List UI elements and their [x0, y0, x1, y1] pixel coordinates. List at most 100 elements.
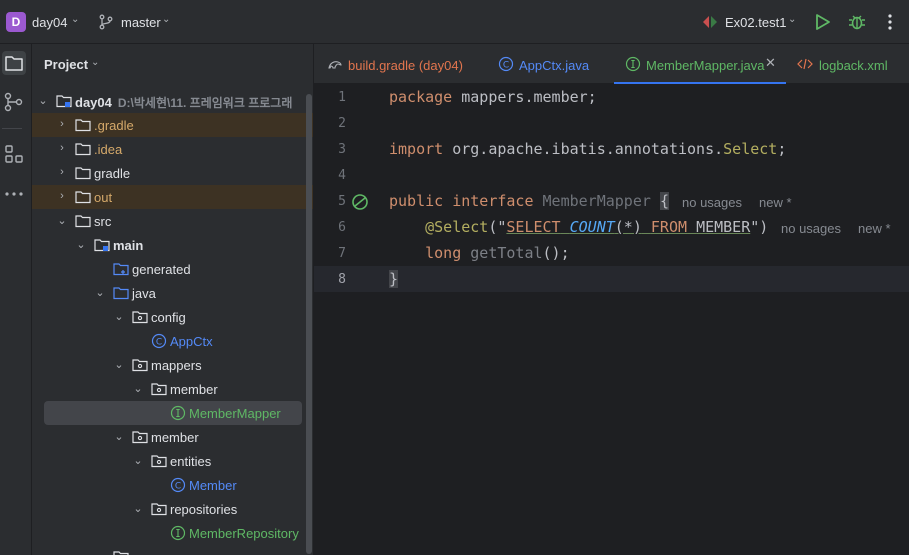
line-number: 4: [338, 168, 346, 183]
scrollbar[interactable]: [306, 94, 312, 554]
chevron-down-icon[interactable]: ⌄: [94, 550, 106, 555]
chevron-down-icon[interactable]: ⌄: [94, 286, 106, 299]
chevron-down-icon[interactable]: ⌄: [113, 430, 125, 443]
chevron-down-icon[interactable]: ⌄: [71, 14, 79, 25]
package-icon: [132, 311, 148, 324]
chevron-down-icon[interactable]: ⌄: [132, 382, 144, 395]
code-line-8: }: [389, 270, 399, 288]
class-icon: C: [151, 333, 167, 349]
project-badge[interactable]: D: [6, 12, 26, 32]
current-line-highlight: [314, 266, 909, 292]
folder-icon: [113, 551, 129, 555]
close-icon[interactable]: ✕: [765, 55, 776, 71]
tree-item-membermapper[interactable]: MemberMapper: [44, 401, 302, 425]
code-editor[interactable]: 1 2 3 4 5 6 7 8 package mappers.member; …: [314, 84, 909, 555]
tree-item-config[interactable]: ⌄ config: [32, 305, 313, 329]
chevron-right-icon[interactable]: ›: [56, 118, 68, 130]
usages-hint[interactable]: no usages: [682, 195, 742, 210]
tab-membermapper[interactable]: MemberMapper.java ✕: [614, 44, 786, 84]
chevron-down-icon[interactable]: ⌄: [37, 94, 49, 107]
run-configuration[interactable]: Ex02.test1: [725, 15, 786, 30]
tab-label: logback.xml: [819, 58, 888, 73]
tree-item-label: out: [94, 190, 113, 205]
chevron-right-icon[interactable]: ›: [56, 190, 68, 202]
folder-icon: [75, 119, 91, 132]
author-hint[interactable]: new *: [759, 195, 792, 210]
tree-item-out[interactable]: › out: [32, 185, 313, 209]
tree-item-label: Member: [189, 478, 237, 493]
more-tools-icon[interactable]: [2, 182, 26, 206]
line-number: 2: [338, 116, 346, 131]
tree-item-memberrepository[interactable]: MemberRepository: [32, 521, 313, 545]
tree-item-gradle[interactable]: › gradle: [32, 161, 313, 185]
tree-item-partial[interactable]: ⌄: [32, 545, 313, 555]
tree-item-idea[interactable]: › .idea: [32, 137, 313, 161]
tree-item-label: config: [151, 310, 186, 325]
chevron-down-icon[interactable]: ⌄: [91, 57, 99, 68]
chevron-down-icon[interactable]: ⌄: [113, 310, 125, 323]
tab-label: AppCtx.java: [519, 58, 590, 73]
folder-icon: [75, 143, 91, 156]
tab-build-gradle[interactable]: build.gradle (day04): [314, 44, 474, 84]
code-line-1: package mappers.member;: [389, 88, 597, 106]
mybatis-bird-icon[interactable]: [350, 192, 370, 212]
editor-tabs: build.gradle (day04) C AppCtx.java Membe…: [314, 44, 909, 84]
tree-item-mappers[interactable]: ⌄ mappers: [32, 353, 313, 377]
tree-item-src[interactable]: ⌄ src: [32, 209, 313, 233]
tree-item-day04[interactable]: ⌄ day04 D:\박세현\11. 프레임워크 프로그래: [32, 89, 313, 113]
run-icon[interactable]: [814, 12, 832, 32]
chevron-right-icon[interactable]: ›: [56, 142, 68, 154]
tree-item-label: member: [151, 430, 199, 445]
chevron-down-icon[interactable]: ⌄: [75, 238, 87, 251]
interface-icon: [170, 525, 186, 541]
commit-icon[interactable]: [2, 90, 26, 114]
chevron-down-icon[interactable]: ⌄: [132, 502, 144, 515]
line-number: 1: [338, 90, 346, 105]
chevron-down-icon[interactable]: ⌄: [56, 214, 68, 227]
tree-item-generated[interactable]: generated: [32, 257, 313, 281]
tree-item-label: java: [132, 286, 156, 301]
chevron-down-icon[interactable]: ⌄: [113, 358, 125, 371]
chevron-down-icon[interactable]: ⌄: [132, 454, 144, 467]
project-folder-icon[interactable]: [2, 51, 26, 75]
tree-item-member-package[interactable]: ⌄ member: [32, 377, 313, 401]
line-number: 7: [338, 246, 346, 261]
tree-item-java[interactable]: ⌄ java: [32, 281, 313, 305]
tree-item-appctx[interactable]: C AppCtx: [32, 329, 313, 353]
test-config-icon[interactable]: [701, 13, 719, 31]
branch-name[interactable]: master: [121, 15, 161, 30]
chevron-down-icon[interactable]: ⌄: [788, 14, 796, 25]
chevron-right-icon[interactable]: ›: [56, 166, 68, 178]
chevron-down-icon[interactable]: ⌄: [162, 14, 170, 25]
code-line-3: import org.apache.ibatis.annotations.Sel…: [389, 140, 787, 158]
tree-item-repositories[interactable]: ⌄ repositories: [32, 497, 313, 521]
structure-icon[interactable]: [2, 142, 26, 166]
tab-logback[interactable]: logback.xml: [790, 44, 909, 84]
source-root-icon: [113, 287, 129, 300]
code-line-6: @Select("SELECT COUNT(*) FROM MEMBER"): [425, 218, 769, 236]
tab-appctx[interactable]: C AppCtx.java: [484, 44, 604, 84]
tree-item-member[interactable]: ⌄ member: [32, 425, 313, 449]
interface-icon: [170, 405, 186, 421]
tree-item-label: .gradle: [94, 118, 134, 133]
package-icon: [151, 455, 167, 468]
tree-item-member-class[interactable]: C Member: [32, 473, 313, 497]
tree-item-gradle-cache[interactable]: › .gradle: [32, 113, 313, 137]
line-number: 8: [338, 272, 346, 287]
tree-item-entities[interactable]: ⌄ entities: [32, 449, 313, 473]
author-hint[interactable]: new *: [858, 221, 891, 236]
divider: [2, 128, 22, 129]
usages-hint[interactable]: no usages: [781, 221, 841, 236]
panel-title: Project: [44, 57, 89, 72]
svg-text:C: C: [175, 482, 181, 492]
more-options-icon[interactable]: [882, 12, 898, 32]
line-number: 5: [338, 194, 346, 209]
git-branch-icon[interactable]: [98, 14, 114, 30]
svg-text:C: C: [503, 61, 509, 71]
code-line-5: public interface MemberMapper {: [389, 192, 669, 210]
project-name[interactable]: day04: [32, 15, 67, 30]
package-icon: [132, 359, 148, 372]
tab-label: build.gradle (day04): [348, 58, 463, 73]
tree-item-main[interactable]: ⌄ main: [32, 233, 313, 257]
debug-icon[interactable]: [848, 12, 866, 32]
